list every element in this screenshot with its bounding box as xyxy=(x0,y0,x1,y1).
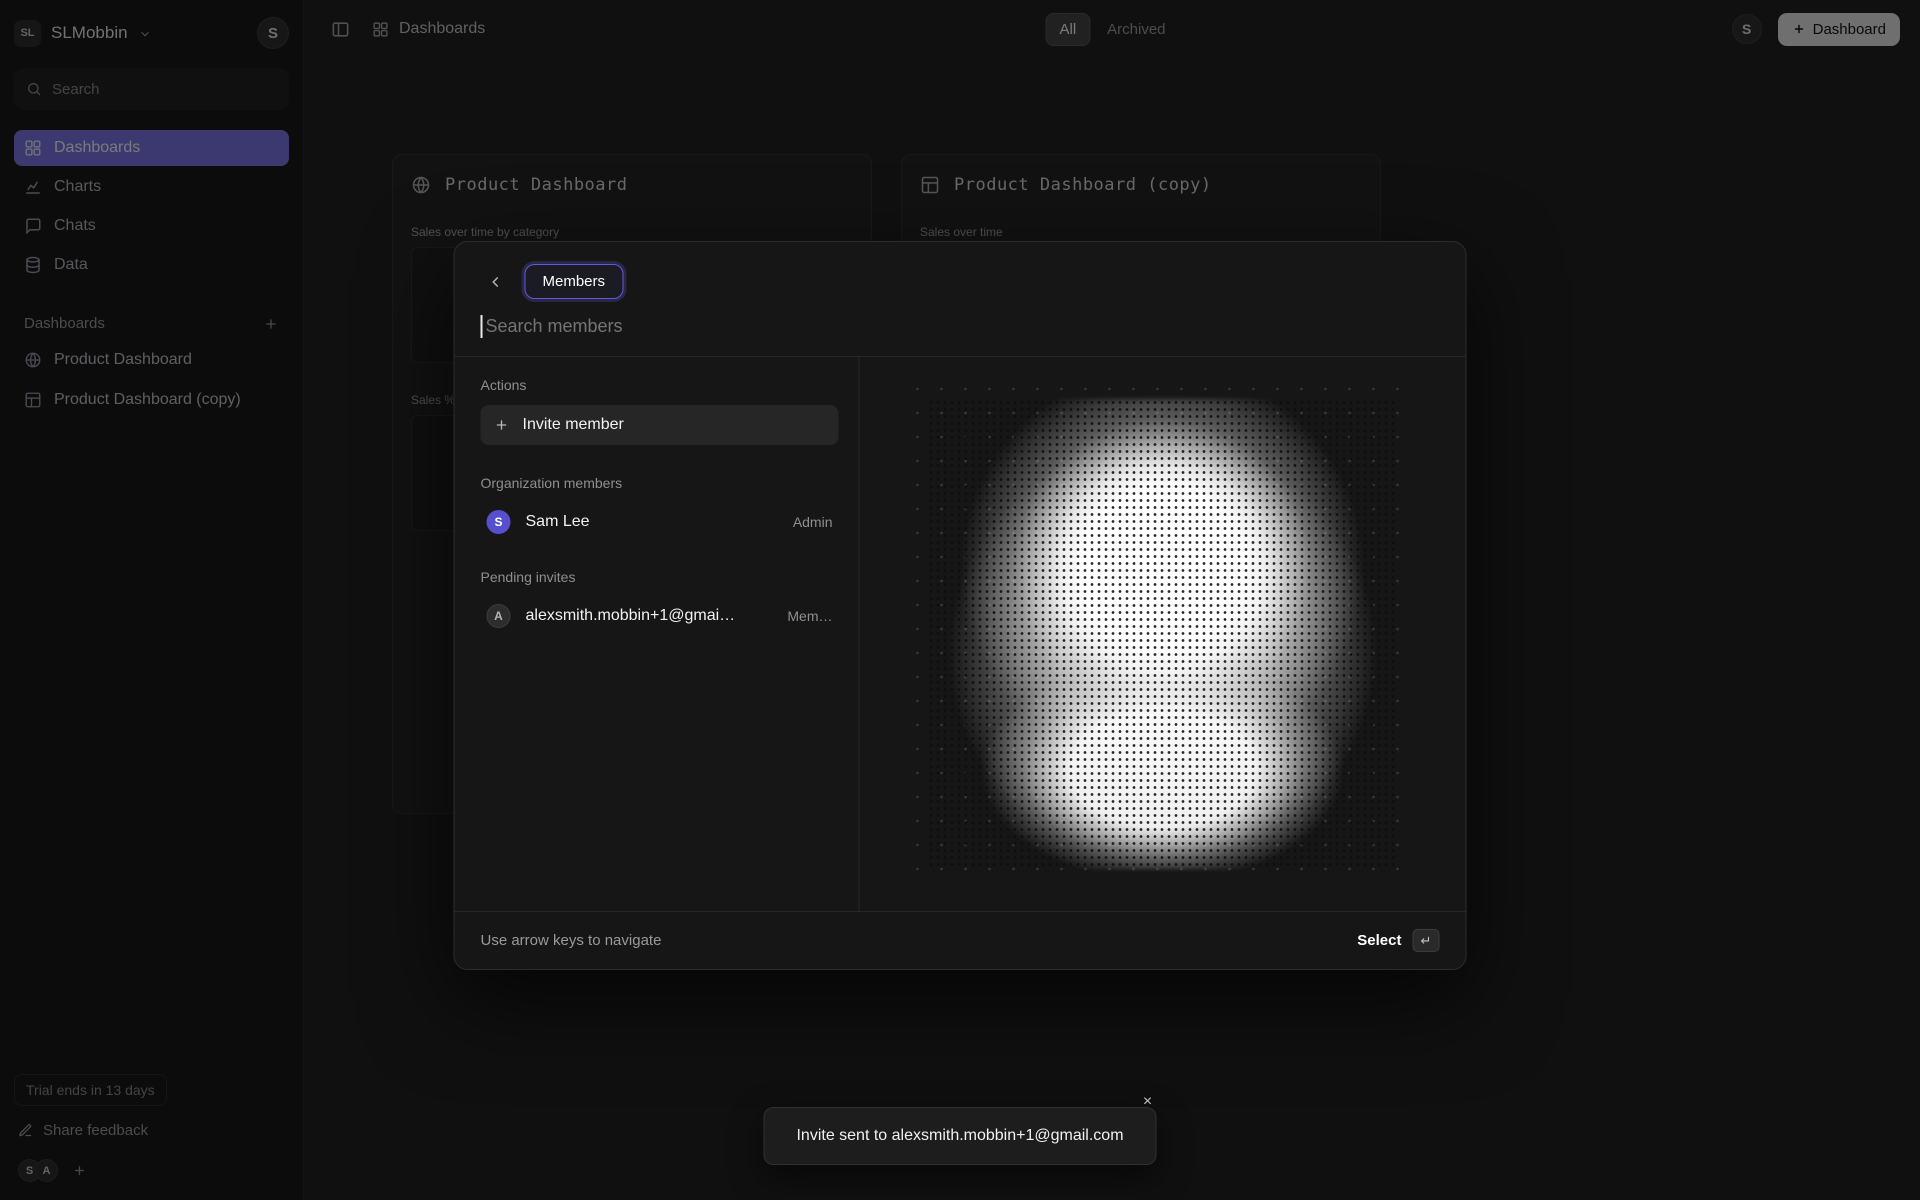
member-avatar: S xyxy=(486,510,511,534)
halftone-dots xyxy=(927,399,1398,869)
invite-avatar: A xyxy=(486,604,511,628)
back-button[interactable] xyxy=(481,267,511,297)
pending-invite-row[interactable]: A alexsmith.mobbin+1@gmai… Mem… xyxy=(481,595,839,637)
invite-role: Mem… xyxy=(787,608,833,624)
actions-label: Actions xyxy=(480,377,527,393)
pending-invites-label: Pending invites xyxy=(480,569,576,585)
plus-icon xyxy=(494,417,510,433)
member-role: Admin xyxy=(792,514,833,530)
org-members-label: Organization members xyxy=(480,475,623,491)
members-filter-chip[interactable]: Members xyxy=(524,264,624,299)
modal-footer: Use arrow keys to navigate Select ↵ xyxy=(454,911,1466,969)
members-search[interactable] xyxy=(455,299,1466,356)
invite-email: alexsmith.mobbin+1@gmai… xyxy=(525,607,736,624)
members-search-input[interactable] xyxy=(485,316,1440,337)
toast-message: Invite sent to alexsmith.mobbin+1@gmail.… xyxy=(796,1127,1124,1144)
modal-body: Actions Invite member Organization membe… xyxy=(454,356,1466,911)
modal-header: Members xyxy=(455,242,1466,299)
members-modal: Members Actions Invite member Organizati… xyxy=(453,241,1467,970)
member-preview-image xyxy=(905,377,1420,891)
member-name: Sam Lee xyxy=(525,513,590,530)
close-icon[interactable]: × xyxy=(1137,1091,1159,1113)
members-list-panel: Actions Invite member Organization membe… xyxy=(455,357,860,911)
invite-member-option[interactable]: Invite member xyxy=(480,405,839,445)
navigation-hint: Use arrow keys to navigate xyxy=(480,932,662,949)
enter-key-icon: ↵ xyxy=(1412,929,1440,952)
invite-member-label: Invite member xyxy=(522,416,624,433)
member-preview-panel xyxy=(860,357,1466,911)
member-row-sam-lee[interactable]: S Sam Lee Admin xyxy=(481,501,839,543)
text-cursor xyxy=(480,315,483,338)
select-action[interactable]: Select ↵ xyxy=(1357,929,1440,952)
invite-toast: Invite sent to alexsmith.mobbin+1@gmail.… xyxy=(763,1093,1157,1165)
select-label: Select xyxy=(1357,932,1402,949)
